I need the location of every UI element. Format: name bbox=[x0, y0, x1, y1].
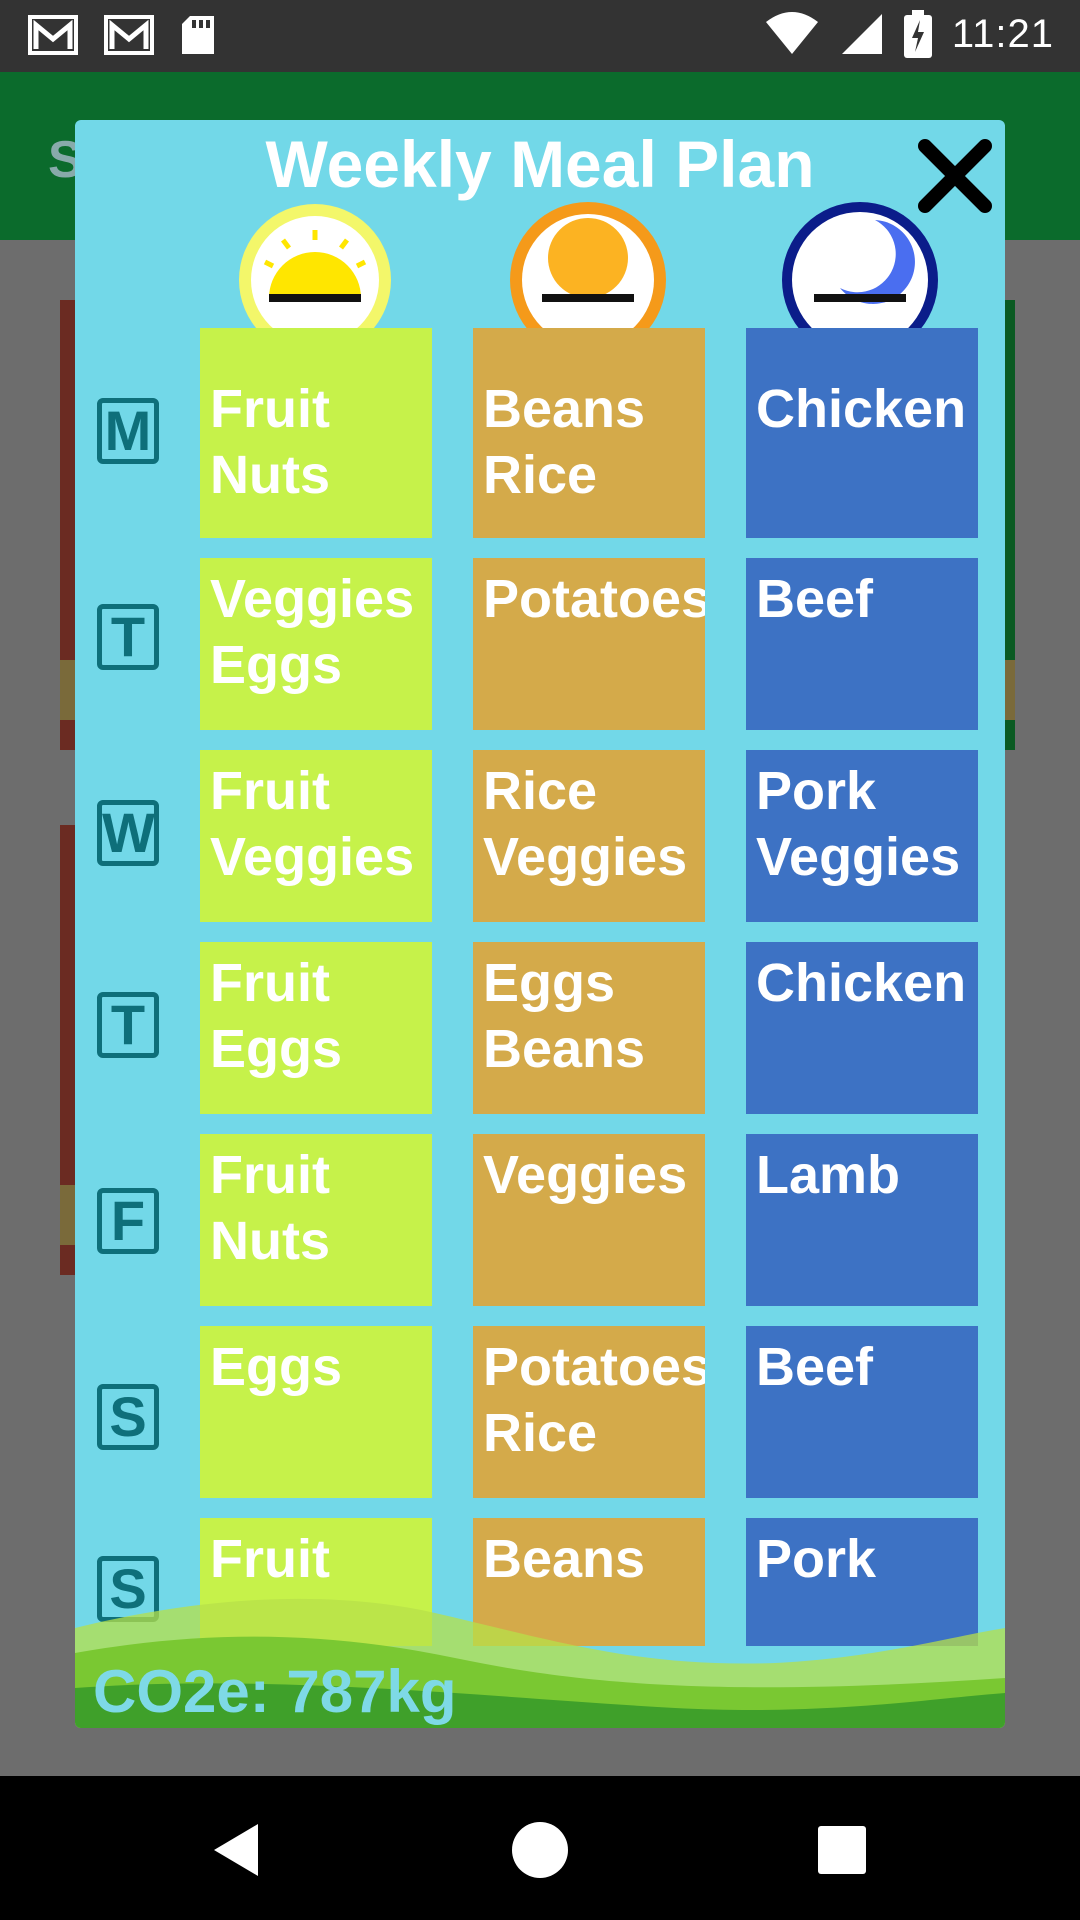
system-icons: 11:21 bbox=[764, 10, 1054, 58]
breakfast-cell-wednesday[interactable]: Fruit Veggies bbox=[200, 750, 432, 922]
back-icon[interactable] bbox=[206, 1818, 270, 1882]
lunch-cell-friday[interactable]: Veggies bbox=[473, 1134, 705, 1306]
navigation-bar bbox=[0, 1776, 1080, 1920]
day-label-wednesday: W bbox=[97, 800, 159, 866]
status-bar: 11:21 bbox=[0, 0, 1080, 72]
dialog-title: Weekly Meal Plan bbox=[265, 127, 815, 201]
dinner-cell-tuesday[interactable]: Beef bbox=[746, 558, 978, 730]
breakfast-cell-tuesday[interactable]: Veggies Eggs bbox=[200, 558, 432, 730]
cell-signal-icon bbox=[841, 14, 882, 54]
breakfast-cell-friday[interactable]: Fruit Nuts bbox=[200, 1134, 432, 1306]
day-label-saturday: S bbox=[97, 1384, 159, 1450]
lunch-cell-wednesday[interactable]: Rice Veggies bbox=[473, 750, 705, 922]
battery-charging-icon bbox=[903, 10, 932, 58]
lunch-cell-thursday[interactable]: Eggs Beans bbox=[473, 942, 705, 1114]
dinner-cell-thursday[interactable]: Chicken bbox=[746, 942, 978, 1114]
clock: 11:21 bbox=[951, 11, 1054, 56]
gmail-icon bbox=[28, 15, 78, 55]
day-label-monday: M bbox=[97, 398, 159, 464]
day-label-tuesday: T bbox=[97, 604, 159, 670]
gmail-icon bbox=[104, 15, 154, 55]
co2-total: CO2e: 787kg bbox=[93, 1658, 457, 1725]
day-label-thursday: T bbox=[97, 992, 159, 1058]
home-icon[interactable] bbox=[508, 1818, 572, 1882]
lunch-cell-tuesday[interactable]: Potatoes bbox=[473, 558, 705, 730]
dinner-cell-saturday[interactable]: Beef bbox=[746, 1326, 978, 1498]
notification-icons bbox=[28, 14, 216, 56]
dinner-cell-wednesday[interactable]: Pork Veggies bbox=[746, 750, 978, 922]
dinner-cell-friday[interactable]: Lamb bbox=[746, 1134, 978, 1306]
meal-plan-dialog: Weekly Meal Plan M T W T F S S Fruit Nut… bbox=[75, 120, 1005, 1728]
breakfast-cell-monday[interactable]: Fruit Nuts bbox=[200, 328, 432, 538]
wifi-icon bbox=[765, 12, 818, 54]
lunch-cell-saturday[interactable]: Potatoes Rice bbox=[473, 1326, 705, 1498]
sd-card-icon bbox=[182, 16, 214, 54]
day-label-friday: F bbox=[97, 1188, 159, 1254]
recents-icon[interactable] bbox=[810, 1818, 874, 1882]
breakfast-cell-thursday[interactable]: Fruit Eggs bbox=[200, 942, 432, 1114]
breakfast-cell-saturday[interactable]: Eggs bbox=[200, 1326, 432, 1498]
dinner-cell-monday[interactable]: Chicken bbox=[746, 328, 978, 538]
lunch-cell-monday[interactable]: Beans Rice bbox=[473, 328, 705, 538]
